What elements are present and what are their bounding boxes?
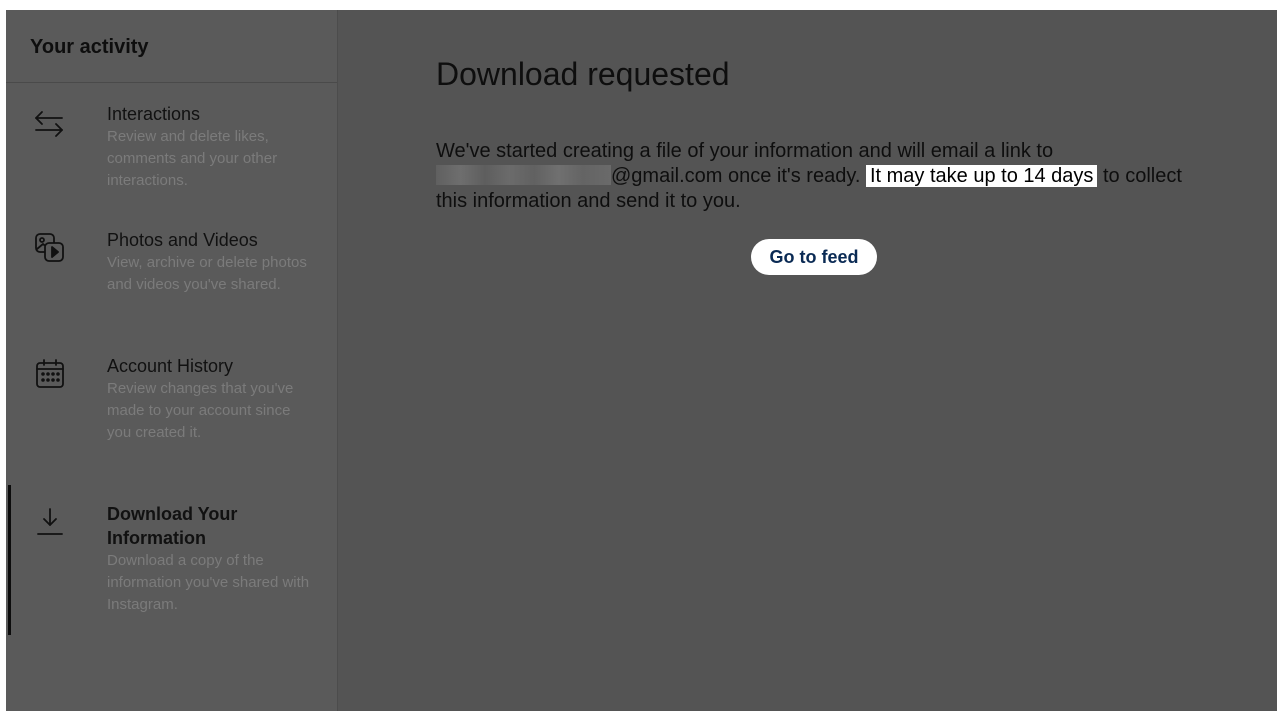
sidebar-item-interactions[interactable]: Interactions Review and delete likes, co… <box>6 102 337 202</box>
app-window: Your activity Interactions Review and de… <box>6 10 1277 711</box>
sidebar-item-account-history[interactable]: Account History Review changes that you'… <box>6 354 337 474</box>
sidebar-title: Your activity <box>30 36 149 58</box>
sidebar-item-download-information[interactable]: Download Your Information Download a cop… <box>6 502 337 632</box>
photos-videos-icon <box>32 230 68 266</box>
main-content: Download requested We've started creatin… <box>338 10 1277 711</box>
message-text: once it's ready. <box>728 165 861 187</box>
sidebar-item-description: View, archive or delete photos and video… <box>107 254 307 293</box>
go-to-feed-button[interactable]: Go to feed <box>751 239 877 275</box>
download-message: We've started creating a file of your in… <box>436 139 1196 214</box>
sidebar-item-description: Review and delete likes, comments and yo… <box>107 128 278 189</box>
redacted-email <box>436 165 611 185</box>
sidebar-item-photos-videos[interactable]: Photos and Videos View, archive or delet… <box>6 228 337 338</box>
highlighted-text: It may take up to 14 days <box>865 165 1098 187</box>
interactions-arrows-icon <box>32 106 68 142</box>
page-title: Download requested <box>436 56 730 92</box>
message-text: We've started creating a file of your in… <box>436 140 1054 162</box>
sidebar-item-title: Download Your Information <box>107 504 238 548</box>
sidebar-item-description: Download a copy of the information you'v… <box>107 552 310 613</box>
sidebar-item-title: Account History <box>107 356 234 376</box>
sidebar: Your activity Interactions Review and de… <box>6 10 338 711</box>
sidebar-item-description: Review changes that you've made to your … <box>107 380 294 441</box>
sidebar-item-title: Interactions <box>107 104 201 124</box>
email-domain: @gmail.com <box>611 165 723 187</box>
calendar-icon <box>32 356 68 392</box>
sidebar-header: Your activity <box>6 10 337 83</box>
download-icon <box>32 504 68 540</box>
sidebar-item-title: Photos and Videos <box>107 230 258 250</box>
